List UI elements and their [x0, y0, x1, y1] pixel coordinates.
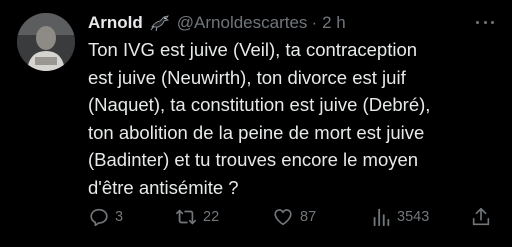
more-options-icon[interactable]: [476, 15, 494, 29]
tweet-text-line: Ton IVG est juive (Veil), ta contracepti…: [88, 39, 418, 60]
reply-button[interactable]: 3: [88, 202, 123, 232]
tweet-text-line: ton abolition de la peine de mort est ju…: [88, 121, 425, 143]
avatar-photo: [17, 13, 75, 71]
share-icon: [472, 207, 490, 226]
analytics-icon: [373, 208, 390, 227]
share-button[interactable]: [470, 202, 497, 232]
avatar[interactable]: [17, 13, 75, 71]
views-count: 3543: [397, 209, 430, 225]
action-bar: 3 22 87 3543: [86, 202, 496, 232]
tweet-text-line: est juive (Neuwirth), ton divorce est ju…: [88, 66, 406, 88]
separator-dot: ·: [311, 13, 318, 32]
like-count: 87: [300, 209, 317, 225]
bird-badge-icon: [149, 13, 171, 33]
retweet-icon: [176, 209, 196, 225]
tweet-text-line: d'être antisémite ?: [88, 176, 239, 198]
tweet-timestamp[interactable]: 2 h: [322, 13, 346, 33]
views-button[interactable]: 3543: [370, 202, 429, 232]
like-button[interactable]: 87: [271, 202, 316, 232]
tweet-text: Ton IVG est juive (Veil), ta contracepti…: [88, 36, 498, 202]
author-handle[interactable]: @Arnoldescartes: [177, 13, 308, 33]
tweet-text-line: (Badinter) et tu trouves encore le moyen: [88, 149, 419, 171]
reply-icon: [90, 208, 108, 227]
retweet-button[interactable]: 22: [174, 202, 219, 232]
author-name[interactable]: Arnold: [88, 13, 143, 33]
heart-icon: [274, 209, 292, 226]
tweet[interactable]: Arnold @Arnoldescartes · 2 h Ton IVG est…: [0, 0, 512, 247]
tweet-header: Arnold @Arnoldescartes · 2 h: [88, 10, 492, 36]
tweet-text-line: (Naquet), ta constitution est juive (Deb…: [88, 94, 431, 116]
reply-count: 3: [115, 209, 124, 225]
retweet-count: 22: [203, 209, 220, 225]
